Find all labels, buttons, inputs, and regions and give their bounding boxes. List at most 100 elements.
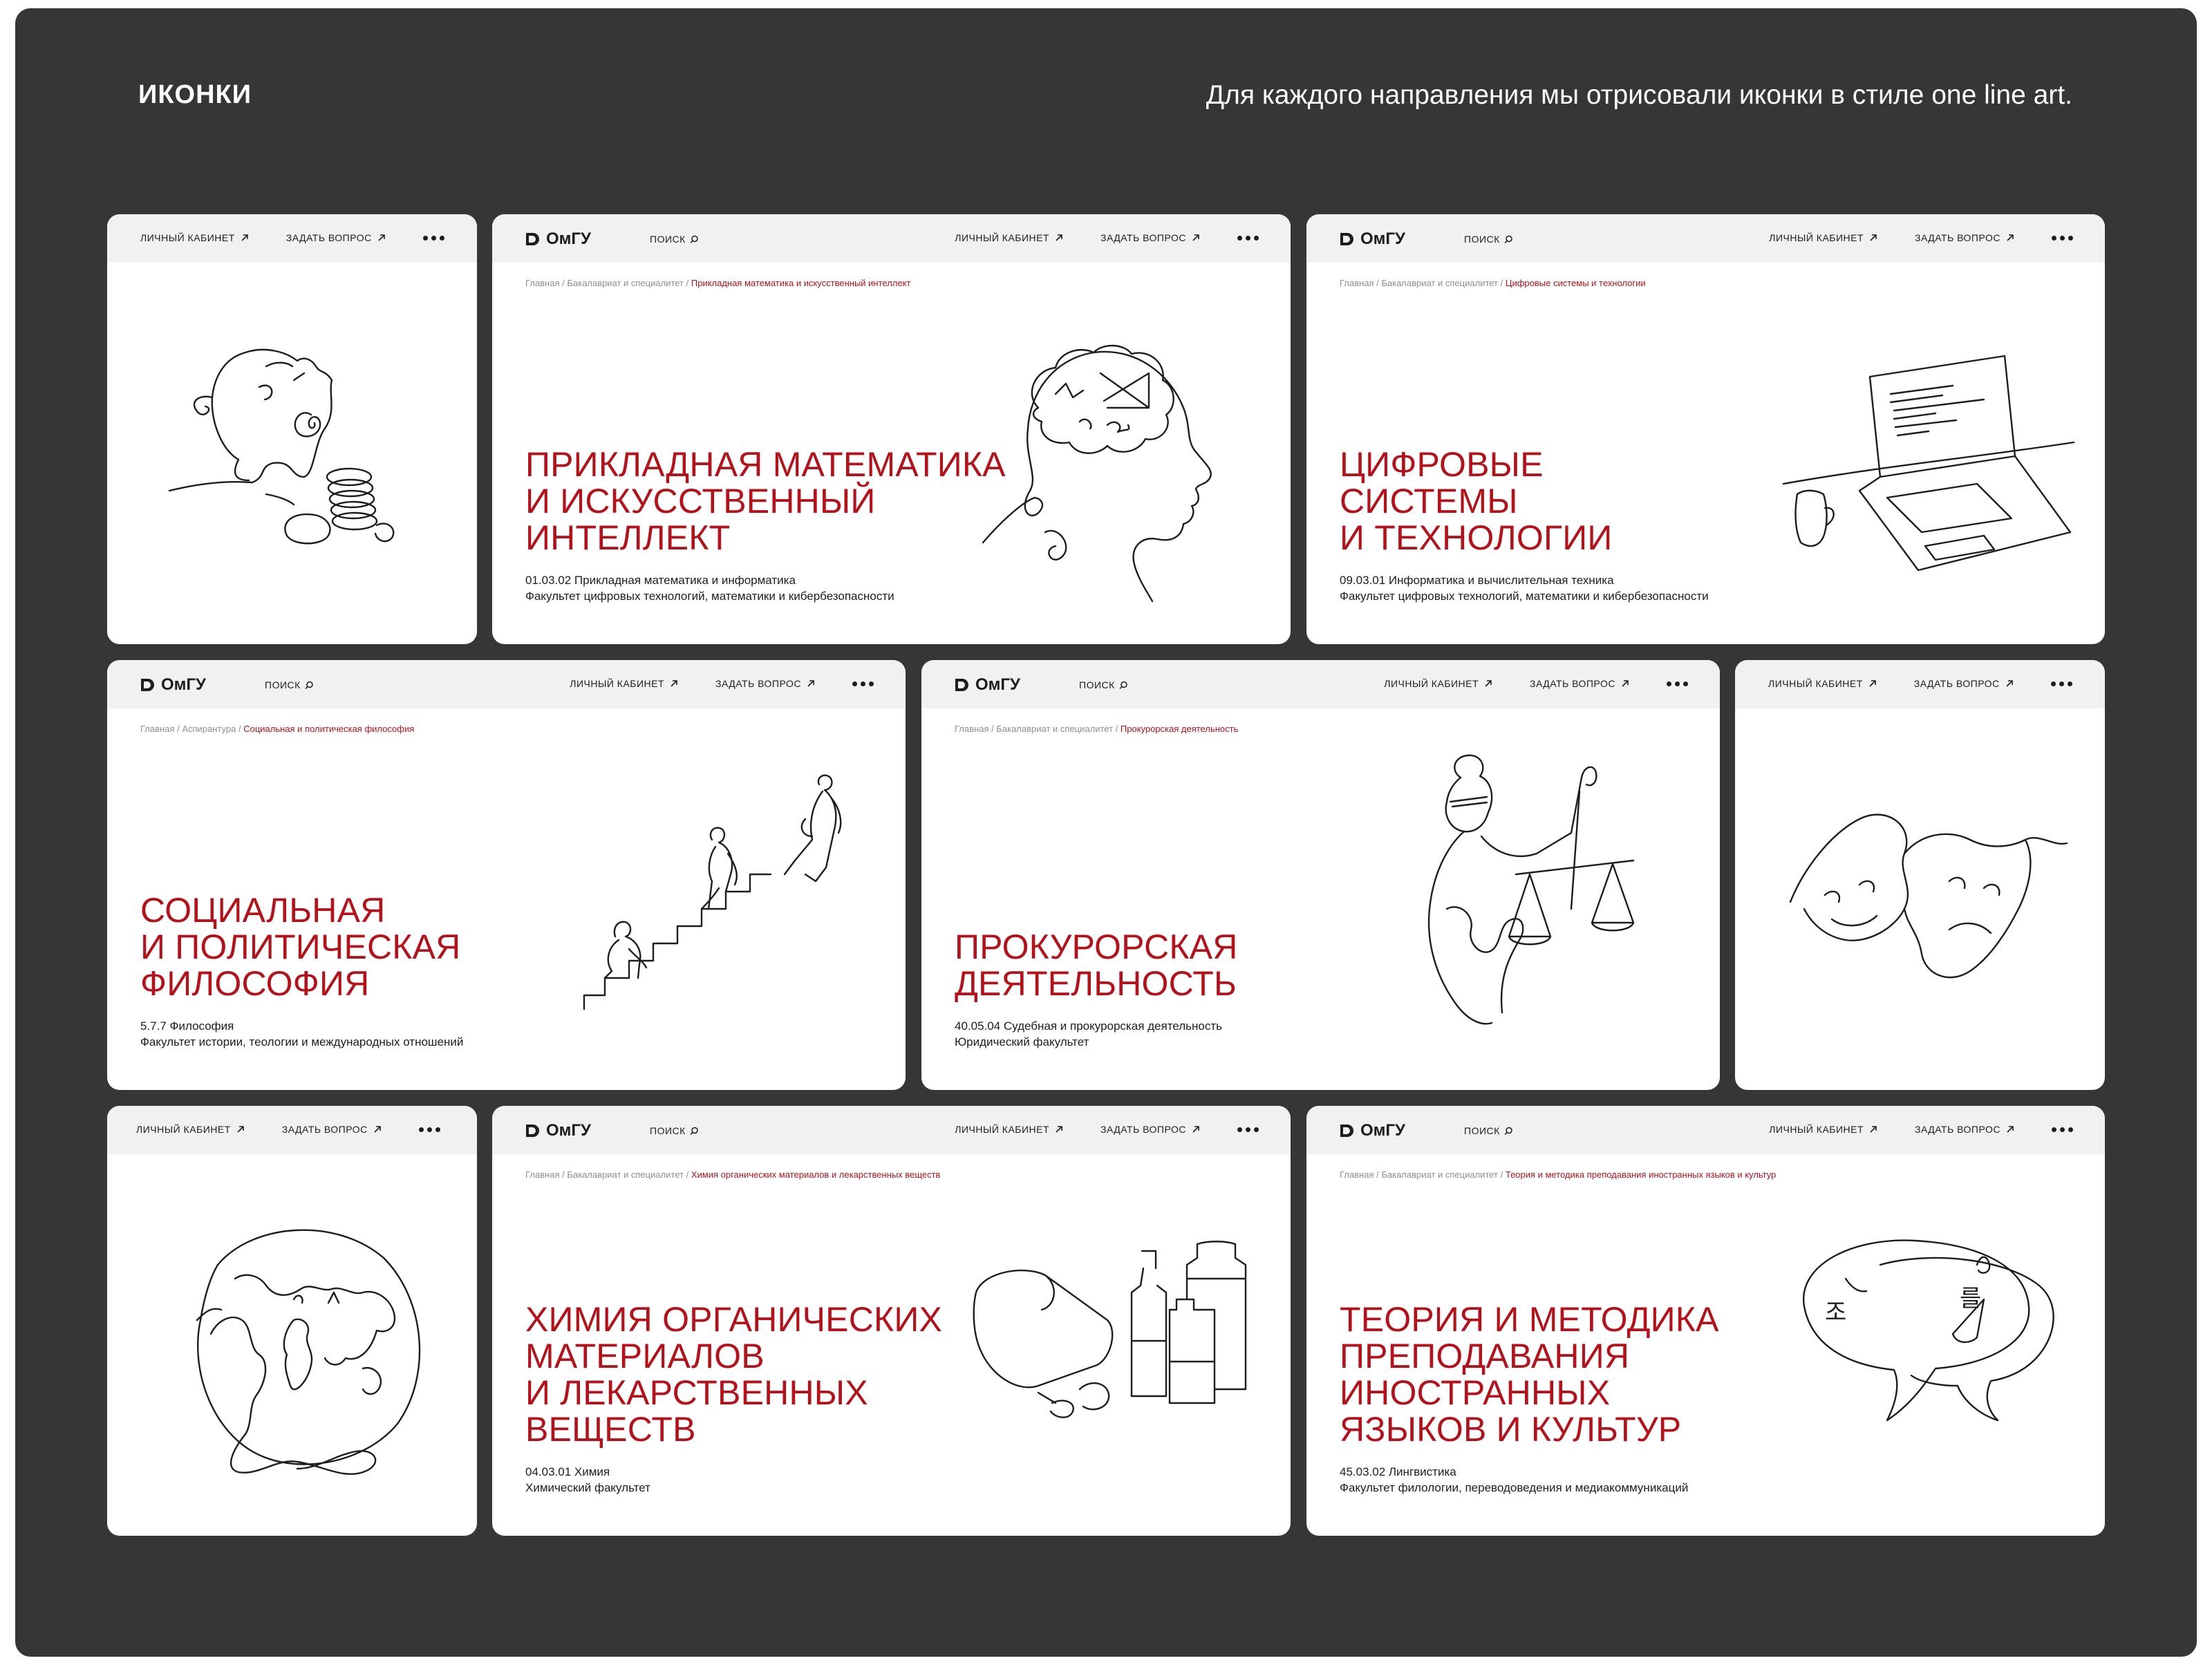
arrow-up-right-icon (1056, 234, 1062, 241)
account-link[interactable]: ЛИЧНЫЙ КАБИНЕТ (955, 1124, 1063, 1135)
arrow-up-right-icon (1192, 234, 1199, 241)
breadcrumb-home[interactable]: Главная (525, 278, 559, 288)
site-header: ОмГУ ПОИСК ЛИЧНЫЙ КАБИНЕТ ЗАДАТЬ ВОПРОС (1306, 214, 2105, 263)
account-link[interactable]: ЛИЧНЫЙ КАБИНЕТ (1384, 678, 1492, 689)
more-dots-icon[interactable] (1237, 1127, 1259, 1132)
section-subtitle: Для каждого направления мы отрисовали ик… (1206, 80, 2072, 110)
breadcrumb-home[interactable]: Главная (1340, 1169, 1374, 1180)
breadcrumb-level[interactable]: Бакалавриат и специалитет (1381, 1169, 1498, 1180)
ask-question-link[interactable]: ЗАДАТЬ ВОПРОС (1914, 678, 2014, 689)
more-dots-icon[interactable] (422, 235, 444, 241)
account-link[interactable]: ЛИЧНЫЙ КАБИНЕТ (136, 1124, 245, 1135)
speech-bubbles-icon: 조 를 (1802, 1239, 2054, 1422)
more-dots-icon[interactable] (418, 1127, 440, 1132)
more-dots-icon[interactable] (2052, 1127, 2073, 1132)
more-dots-icon[interactable] (1237, 235, 1259, 241)
search-link[interactable]: ПОИСК (1464, 1125, 1513, 1136)
breadcrumb: Главная / Бакалавриат и специалитет / Ци… (1340, 278, 1646, 288)
account-link[interactable]: ЛИЧНЫЙ КАБИНЕТ (570, 678, 678, 689)
faculty-name: Факультет цифровых технологий, математик… (525, 590, 894, 603)
logo[interactable]: ОмГУ (953, 675, 1020, 695)
card-globe: ЛИЧНЫЙ КАБИНЕТ ЗАДАТЬ ВОПРОС (107, 1106, 477, 1536)
breadcrumb: Главная / Бакалавриат и специалитет / Хи… (525, 1169, 941, 1180)
arrow-up-right-icon (241, 234, 248, 241)
card-economics: ЛИЧНЫЙ КАБИНЕТ ЗАДАТЬ ВОПРОС (107, 214, 477, 644)
search-link[interactable]: ПОИСК (265, 679, 314, 690)
arrow-up-right-icon (2007, 1126, 2014, 1133)
more-dots-icon[interactable] (2052, 235, 2073, 241)
account-link[interactable]: ЛИЧНЫЙ КАБИНЕТ (1769, 1124, 1877, 1135)
logo[interactable]: ОмГУ (1338, 1121, 1405, 1140)
breadcrumb-level[interactable]: Бакалавриат и специалитет (1381, 278, 1498, 288)
ask-question-link[interactable]: ЗАДАТЬ ВОПРОС (1100, 1124, 1200, 1135)
breadcrumb-home[interactable]: Главная (525, 1169, 559, 1180)
program-code: 01.03.02 Прикладная математика и информа… (525, 574, 796, 587)
ask-question-link[interactable]: ЗАДАТЬ ВОПРОС (1100, 232, 1200, 243)
logo[interactable]: ОмГУ (524, 229, 591, 249)
site-header: ОмГУ ПОИСК ЛИЧНЫЙ КАБИНЕТ ЗАДАТЬ ВОПРОС (492, 214, 1291, 263)
breadcrumb-level[interactable]: Аспирантура (182, 724, 236, 734)
more-dots-icon[interactable] (2050, 681, 2072, 686)
search-link[interactable]: ПОИСК (1464, 234, 1513, 245)
breadcrumb-home[interactable]: Главная (1340, 278, 1374, 288)
arrow-up-right-icon (1622, 680, 1629, 687)
more-dots-icon[interactable] (1667, 681, 1688, 686)
program-code: 09.03.01 Информатика и вычислительная те… (1340, 574, 1614, 587)
logo[interactable]: ОмГУ (1338, 229, 1405, 249)
world-globe-icon (196, 1229, 421, 1475)
medicine-bottles-icon (973, 1241, 1247, 1418)
page-title: ЦИФРОВЫЕ СИСТЕМЫ И ТЕХНОЛОГИИ (1340, 445, 1613, 557)
search-icon (1504, 235, 1512, 243)
account-link[interactable]: ЛИЧНЫЙ КАБИНЕТ (1769, 232, 1877, 243)
breadcrumb-current: Цифровые системы и технологии (1505, 278, 1646, 288)
ask-question-link[interactable]: ЗАДАТЬ ВОПРОС (282, 1124, 382, 1135)
logo[interactable]: ОмГУ (524, 1121, 591, 1140)
logo-mark-icon (1340, 233, 1353, 245)
page-title: ПРИКЛАДНАЯ МАТЕМАТИКА И ИСКУССТВЕННЫЙ ИНТЕ… (525, 445, 1006, 557)
evolution-stairs-icon (583, 774, 842, 1010)
program-info: 45.03.02 Лингвистика Факультет филологии… (1340, 1464, 1688, 1496)
ask-question-link[interactable]: ЗАДАТЬ ВОПРОС (286, 232, 386, 243)
more-dots-icon[interactable] (852, 681, 874, 686)
account-link[interactable]: ЛИЧНЫЙ КАБИНЕТ (1768, 678, 1877, 689)
arrow-up-right-icon (1870, 1126, 1877, 1133)
search-icon (305, 681, 313, 689)
ask-question-link[interactable]: ЗАДАТЬ ВОПРОС (1915, 232, 2014, 243)
logo[interactable]: ОмГУ (139, 675, 206, 695)
breadcrumb-home[interactable]: Главная (140, 724, 174, 734)
site-header: ОмГУ ПОИСК ЛИЧНЫЙ КАБИНЕТ ЗАДАТЬ ВОПРОС (1306, 1106, 2105, 1154)
ask-question-link[interactable]: ЗАДАТЬ ВОПРОС (1530, 678, 1629, 689)
search-link[interactable]: ПОИСК (650, 1125, 699, 1136)
search-link[interactable]: ПОИСК (650, 234, 699, 245)
card-languages: ОмГУ ПОИСК ЛИЧНЫЙ КАБИНЕТ ЗАДАТЬ ВОПРОС … (1306, 1106, 2105, 1536)
account-link[interactable]: ЛИЧНЫЙ КАБИНЕТ (955, 232, 1063, 243)
ask-question-link[interactable]: ЗАДАТЬ ВОПРОС (715, 678, 815, 689)
account-link[interactable]: ЛИЧНЫЙ КАБИНЕТ (140, 232, 249, 243)
card-philosophy: ОмГУ ПОИСК ЛИЧНЫЙ КАБИНЕТ ЗАДАТЬ ВОПРОС … (107, 660, 906, 1090)
korean-glyph-left: 조 (1825, 1299, 1846, 1326)
breadcrumb-level[interactable]: Бакалавриат и специалитет (567, 278, 684, 288)
breadcrumb-home[interactable]: Главная (955, 724, 988, 734)
breadcrumb: Главная / Бакалавриат и специалитет / Пр… (955, 724, 1239, 734)
page-title: СОЦИАЛЬНАЯ И ПОЛИТИЧЕСКАЯ ФИЛОСОФИЯ (140, 891, 461, 1003)
search-link[interactable]: ПОИСК (1079, 679, 1128, 690)
card-theatre: ЛИЧНЫЙ КАБИНЕТ ЗАДАТЬ ВОПРОС (1735, 660, 2105, 1090)
breadcrumb: Главная / Бакалавриат и специалитет / Те… (1340, 1169, 1777, 1180)
ask-question-link[interactable]: ЗАДАТЬ ВОПРОС (1915, 1124, 2014, 1135)
logo-mark-icon (526, 1125, 539, 1137)
breadcrumb-level[interactable]: Бакалавриат и специалитет (996, 724, 1113, 734)
arrow-up-right-icon (2007, 234, 2014, 241)
logo-mark-icon (141, 679, 154, 691)
breadcrumb-current: Прокурорская деятельность (1120, 724, 1239, 734)
faculty-name: Юридический факультет (955, 1035, 1089, 1048)
breadcrumb: Главная / Бакалавриат и специалитет / Пр… (525, 278, 911, 288)
site-header: ЛИЧНЫЙ КАБИНЕТ ЗАДАТЬ ВОПРОС (1735, 660, 2105, 708)
breadcrumb-current: Химия органических материалов и лекарств… (691, 1169, 941, 1180)
site-header: ЛИЧНЫЙ КАБИНЕТ ЗАДАТЬ ВОПРОС (107, 214, 477, 263)
breadcrumb: Главная / Аспирантура / Социальная и пол… (140, 724, 415, 734)
section-title: ИКОНКИ (138, 80, 252, 109)
korean-glyph-right: 를 (1960, 1285, 1981, 1313)
arrow-up-right-icon (378, 234, 385, 241)
breadcrumb-level[interactable]: Бакалавриат и специалитет (567, 1169, 684, 1180)
breadcrumb-current: Теория и методика преподавания иностранн… (1505, 1169, 1777, 1180)
